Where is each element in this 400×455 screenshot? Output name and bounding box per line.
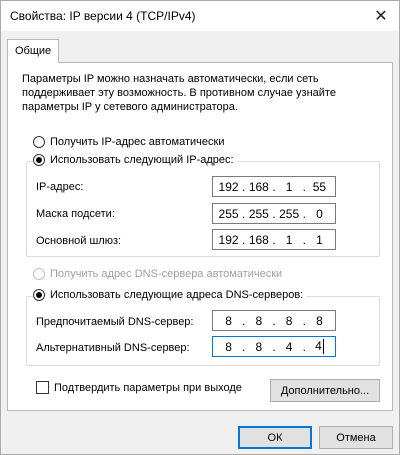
octet: 255 <box>218 206 239 221</box>
octet: 4 <box>308 338 330 355</box>
octet: 8 <box>225 339 232 354</box>
tab-panel-general: Параметры IP можно назначать автоматичес… <box>7 62 393 411</box>
octet: 4 <box>285 339 293 354</box>
radio-ip-auto[interactable]: Получить IP-адрес автоматически <box>33 136 224 148</box>
tab-general[interactable]: Общие <box>7 39 59 63</box>
ip-address-label: IP-адрес: <box>36 181 84 193</box>
octet: 192 <box>218 179 239 194</box>
dot: . <box>242 313 246 328</box>
octet: 255 <box>279 206 300 221</box>
octet: 0 <box>316 206 323 221</box>
radio-circle-icon <box>33 136 45 148</box>
octet: 168 <box>248 232 269 247</box>
dot: . <box>272 206 276 221</box>
gateway-input[interactable]: 192. 168. 1. 1 <box>212 229 336 250</box>
radio-checked-icon <box>33 289 45 301</box>
dot: . <box>302 339 306 354</box>
close-icon[interactable]: ✕ <box>363 1 399 31</box>
radio-dns-auto[interactable]: Получить адрес DNS-сервера автоматически <box>33 268 282 280</box>
description-text: Параметры IP можно назначать автоматичес… <box>22 73 336 113</box>
text-caret <box>322 339 324 355</box>
dot: . <box>302 206 306 221</box>
dot: . <box>272 232 276 247</box>
octet: 8 <box>255 313 263 328</box>
radio-ip-auto-label: Получить IP-адрес автоматически <box>50 136 225 148</box>
dot: . <box>272 313 276 328</box>
validate-on-exit-label: Подтвердить параметры при выходе <box>54 381 242 394</box>
dot: . <box>302 232 306 247</box>
window-title: Свойства: IP версии 4 (TCP/IPv4) <box>10 9 196 23</box>
title-bar: Свойства: IP версии 4 (TCP/IPv4) ✕ <box>1 1 399 31</box>
octet: 192 <box>218 232 239 247</box>
subnet-mask-label: Маска подсети: <box>36 208 115 220</box>
cancel-button[interactable]: Отмена <box>319 426 393 449</box>
preferred-dns-input[interactable]: 8. 8. 8. 8 <box>212 310 336 331</box>
validate-on-exit-checkbox[interactable]: Подтвердить параметры при выходе <box>36 381 242 394</box>
ok-button[interactable]: ОК <box>238 426 312 449</box>
dot: . <box>242 339 246 354</box>
octet: 8 <box>255 339 263 354</box>
octet: 1 <box>285 179 293 194</box>
advanced-button[interactable]: Дополнительно... <box>270 379 380 402</box>
gateway-label: Основной шлюз: <box>36 235 122 247</box>
radio-dns-manual-label: Использовать следующие адреса DNS-сервер… <box>50 289 304 301</box>
octet: 255 <box>248 206 269 221</box>
octet: 1 <box>316 232 323 247</box>
alternate-dns-input[interactable]: 8. 8. 4. 4 <box>212 336 336 357</box>
dot: . <box>302 179 306 194</box>
radio-ip-manual-label: Использовать следующий IP-адрес: <box>50 154 234 166</box>
radio-dns-auto-label: Получить адрес DNS-сервера автоматически <box>50 268 283 280</box>
octet: 8 <box>285 313 293 328</box>
dot: . <box>272 179 276 194</box>
radio-dns-manual[interactable]: Использовать следующие адреса DNS-сервер… <box>33 289 308 301</box>
subnet-mask-input[interactable]: 255. 255. 255. 0 <box>212 203 336 224</box>
radio-ip-manual[interactable]: Использовать следующий IP-адрес: <box>33 154 238 166</box>
octet: 8 <box>225 313 232 328</box>
dialog-window: Свойства: IP версии 4 (TCP/IPv4) ✕ Общие… <box>0 0 400 455</box>
dot: . <box>242 206 246 221</box>
dot: . <box>242 232 246 247</box>
octet-value: 4 <box>315 338 322 353</box>
radio-circle-icon <box>33 268 45 280</box>
octet: 168 <box>248 179 269 194</box>
preferred-dns-label: Предпочитаемый DNS-сервер: <box>36 316 194 328</box>
checkbox-box-icon <box>36 381 49 394</box>
radio-checked-icon <box>33 154 45 166</box>
octet: 1 <box>285 232 293 247</box>
ip-address-input[interactable]: 192. 168. 1. 55 <box>212 176 336 197</box>
alternate-dns-label: Альтернативный DNS-сервер: <box>36 342 190 354</box>
octet: 8 <box>316 313 323 328</box>
octet: 55 <box>312 179 327 194</box>
dot: . <box>302 313 306 328</box>
dot: . <box>242 179 246 194</box>
dot: . <box>272 339 276 354</box>
